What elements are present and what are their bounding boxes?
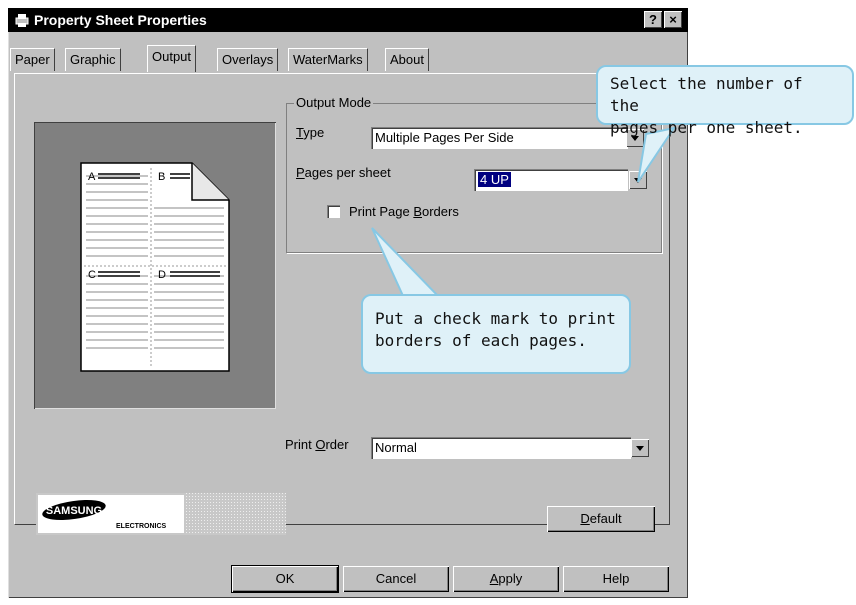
print-borders-callout: Put a check mark to print borders of eac… — [361, 294, 631, 374]
pages-callout-line-2: pages per one sheet. — [610, 118, 803, 137]
pages-callout-line-1: Select the number of the — [610, 74, 803, 115]
borders-callout-line-2: borders of each pages. — [375, 331, 587, 350]
borders-callout-line-1: Put a check mark to print — [375, 309, 616, 328]
tab-output[interactable]: Output — [147, 45, 197, 72]
pages-per-sheet-callout: Select the number of the pages per one s… — [596, 65, 854, 137]
